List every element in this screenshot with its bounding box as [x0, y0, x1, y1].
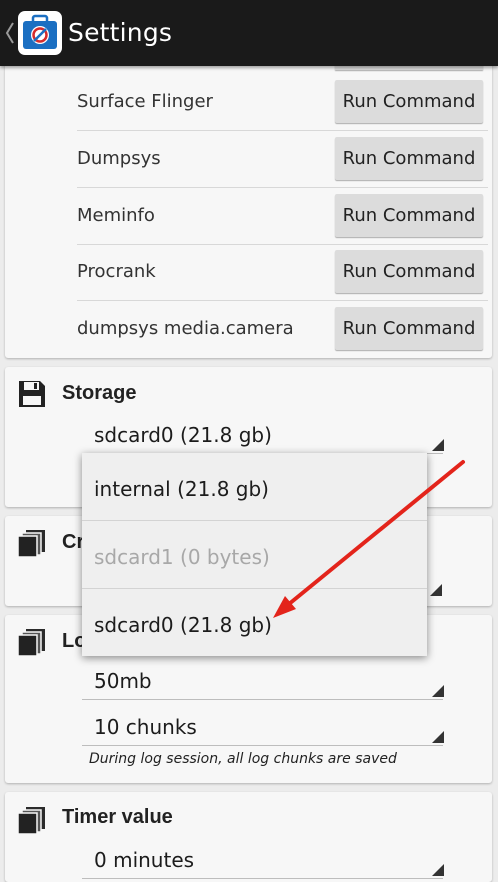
timer-card: Timer value 0 minutes — [5, 792, 492, 882]
toolbox-icon[interactable] — [17, 10, 63, 56]
dropdown-option-sdcard0[interactable]: sdcard0 (21.8 gb) — [82, 589, 427, 656]
copy-pages-icon — [17, 530, 45, 558]
page-title: Settings — [68, 18, 173, 47]
timer-value: 0 minutes — [94, 848, 195, 872]
chevron-left-icon[interactable] — [5, 20, 15, 46]
storage-selected-value: sdcard0 (21.8 gb) — [94, 423, 272, 447]
copy-pages-icon — [17, 807, 45, 835]
command-row-procrank: Procrank Run Command — [77, 244, 488, 301]
command-label: Dumpsys — [77, 148, 161, 169]
option-label: sdcard0 (21.8 gb) — [94, 613, 272, 637]
log-helper-text: During log session, all log chunks are s… — [89, 751, 397, 767]
command-row-dumpsys-media-camera: dumpsys media.camera Run Command — [77, 301, 488, 357]
dropdown-option-sdcard1: sdcard1 (0 bytes) — [82, 521, 427, 589]
command-label: Surface Flinger — [77, 91, 213, 112]
copy-pages-icon — [17, 629, 45, 657]
log-chunk-size-spinner[interactable]: 50mb — [82, 663, 444, 700]
run-command-button[interactable]: Run Command — [335, 250, 483, 293]
action-bar: Settings — [0, 0, 498, 66]
option-label: internal (21.8 gb) — [94, 477, 269, 501]
run-command-button[interactable]: Run Command — [335, 137, 483, 180]
run-command-button[interactable]: Run Command — [335, 80, 483, 123]
chunk-size-value: 50mb — [94, 669, 152, 693]
floppy-disk-icon — [19, 381, 45, 407]
commands-card: Surface Flinger Run Command Dumpsys Run … — [5, 48, 492, 358]
command-row-meminfo: Meminfo Run Command — [77, 188, 488, 245]
command-row-surface-flinger: Surface Flinger Run Command — [77, 74, 488, 131]
section-title-timer: Timer value — [62, 806, 173, 828]
dropdown-arrow-icon — [432, 685, 444, 697]
dropdown-arrow-icon — [430, 584, 442, 596]
section-title-storage: Storage — [62, 382, 137, 404]
dropdown-arrow-icon — [432, 731, 444, 743]
section-title-crash: Cr — [62, 531, 85, 553]
run-command-button[interactable]: Run Command — [335, 307, 483, 350]
dropdown-option-internal[interactable]: internal (21.8 gb) — [82, 453, 427, 521]
storage-dropdown-popup: internal (21.8 gb) sdcard1 (0 bytes) sdc… — [82, 453, 427, 656]
storage-spinner[interactable]: sdcard0 (21.8 gb) — [82, 417, 444, 454]
command-label: Procrank — [77, 261, 156, 282]
command-label: Meminfo — [77, 205, 155, 226]
timer-spinner[interactable]: 0 minutes — [82, 842, 444, 879]
dropdown-arrow-icon — [432, 439, 444, 451]
command-row-dumpsys: Dumpsys Run Command — [77, 131, 488, 188]
option-label: sdcard1 (0 bytes) — [94, 545, 270, 569]
log-chunk-count-spinner[interactable]: 10 chunks — [82, 709, 444, 746]
chunk-count-value: 10 chunks — [94, 715, 197, 739]
dropdown-arrow-icon — [432, 864, 444, 876]
run-command-button[interactable]: Run Command — [335, 194, 483, 237]
command-label: dumpsys media.camera — [77, 318, 294, 339]
